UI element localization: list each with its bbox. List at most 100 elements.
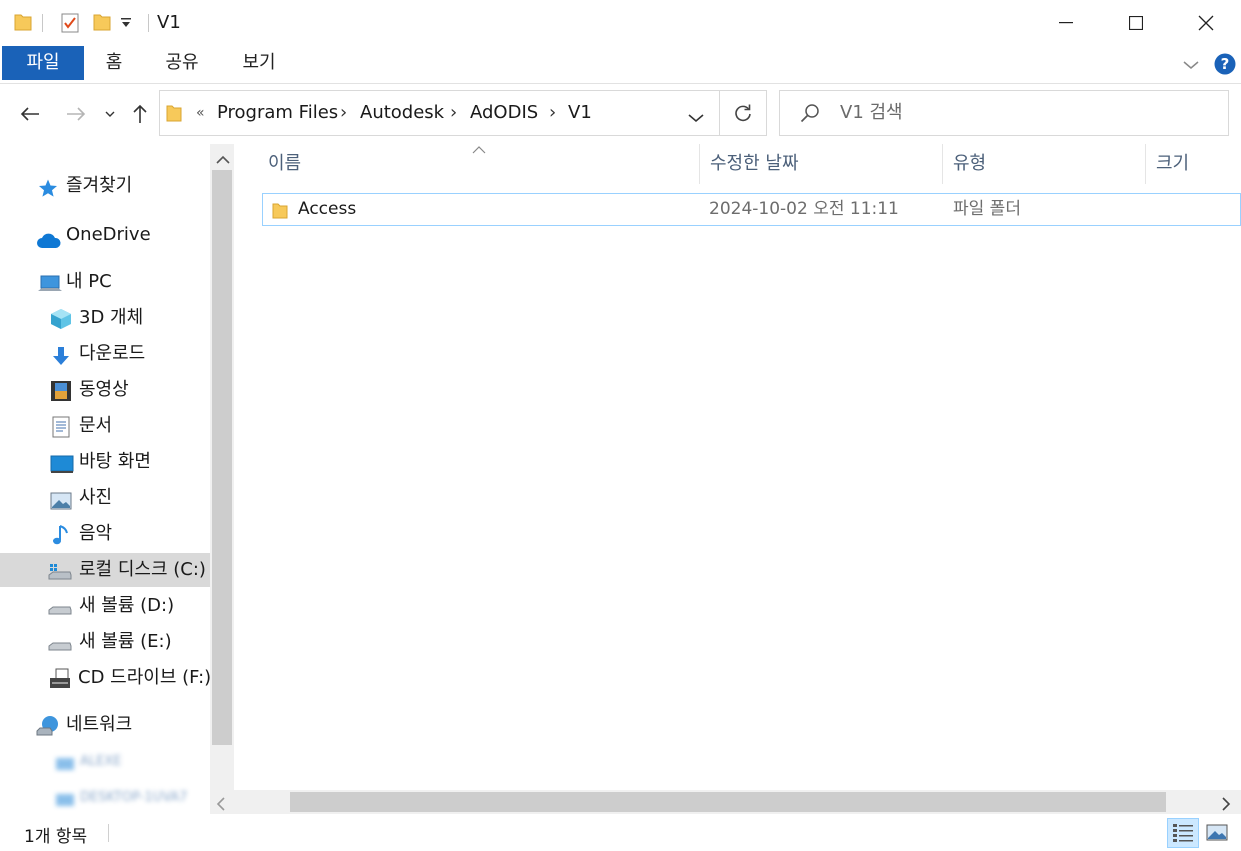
navigation-pane: 즐겨찾기 OneDrive 내 PC 3D 개체 다운로드 동영상 문서 바탕 … bbox=[0, 144, 234, 814]
cloud-icon bbox=[36, 227, 61, 248]
scroll-up-button[interactable] bbox=[216, 150, 230, 170]
chevron-up-icon bbox=[216, 155, 230, 164]
breadcrumb-item[interactable]: Program Files bbox=[217, 91, 338, 135]
network-icon bbox=[36, 715, 58, 736]
drive-icon bbox=[48, 596, 72, 616]
nav-item-videos[interactable]: 동영상 bbox=[0, 373, 210, 407]
divider bbox=[719, 91, 720, 135]
nav-item-quick-access[interactable]: 즐겨찾기 bbox=[0, 169, 210, 203]
nav-item-this-pc[interactable]: 내 PC bbox=[0, 265, 210, 299]
folder-icon bbox=[166, 103, 182, 128]
nav-item-music[interactable]: 음악 bbox=[0, 517, 210, 551]
breadcrumb-separator[interactable]: › bbox=[549, 91, 556, 135]
breadcrumb-separator[interactable]: › bbox=[450, 91, 457, 135]
tab-view[interactable]: 보기 bbox=[233, 46, 285, 80]
minimize-icon bbox=[1059, 22, 1073, 24]
thumbnail-view-icon bbox=[1206, 824, 1228, 841]
column-divider[interactable] bbox=[1145, 144, 1146, 184]
tab-file[interactable]: 파일 bbox=[2, 46, 84, 80]
music-note-icon bbox=[52, 524, 74, 545]
breadcrumb-item[interactable]: Autodesk bbox=[360, 91, 444, 135]
nav-item-network-computer[interactable]: ALEXE bbox=[0, 745, 210, 779]
system-drive-icon bbox=[48, 560, 72, 580]
arrow-right-icon bbox=[67, 107, 86, 121]
column-divider[interactable] bbox=[699, 144, 700, 184]
search-box[interactable]: V1 검색 bbox=[779, 90, 1229, 136]
breadcrumb-overflow[interactable]: « bbox=[196, 91, 205, 135]
file-row[interactable]: Access 2024-10-02 오전 11:11 파일 폴더 bbox=[262, 193, 1241, 226]
arrow-up-icon bbox=[133, 104, 147, 123]
document-icon bbox=[52, 416, 74, 438]
nav-item-3d-objects[interactable]: 3D 개체 bbox=[0, 301, 210, 335]
recent-locations-button[interactable] bbox=[100, 96, 120, 132]
details-view-icon bbox=[1173, 824, 1193, 842]
picture-icon bbox=[50, 488, 72, 510]
expand-ribbon-icon[interactable] bbox=[1182, 56, 1200, 76]
tab-home[interactable]: 홈 bbox=[94, 46, 134, 80]
file-type: 파일 폴더 bbox=[953, 199, 1021, 219]
nav-item-local-disk-c[interactable]: 로컬 디스크 (C:) bbox=[0, 553, 210, 587]
nav-item-documents[interactable]: 문서 bbox=[0, 409, 210, 443]
tab-share[interactable]: 공유 bbox=[156, 46, 208, 80]
refresh-button[interactable] bbox=[733, 103, 753, 128]
nav-item-pictures[interactable]: 사진 bbox=[0, 481, 210, 515]
maximize-icon bbox=[1129, 16, 1143, 30]
nav-item-downloads[interactable]: 다운로드 bbox=[0, 337, 210, 371]
customize-toolbar-icon[interactable] bbox=[120, 15, 132, 35]
column-divider[interactable] bbox=[942, 144, 943, 184]
svg-text:?: ? bbox=[1221, 55, 1230, 73]
status-bar: 1개 항목 bbox=[0, 814, 1241, 851]
scroll-right-button[interactable] bbox=[1221, 796, 1231, 816]
refresh-icon bbox=[735, 104, 751, 122]
file-name: Access bbox=[298, 199, 357, 219]
download-icon bbox=[52, 344, 74, 365]
up-button[interactable] bbox=[126, 96, 154, 132]
close-icon bbox=[1198, 15, 1214, 31]
content-scrollbar-thumb[interactable] bbox=[290, 792, 1166, 812]
film-icon bbox=[50, 380, 72, 401]
nav-item-network[interactable]: 네트워크 bbox=[0, 708, 210, 742]
nav-scrollbar-thumb[interactable] bbox=[212, 170, 232, 745]
computer-icon bbox=[38, 272, 62, 292]
large-icons-view-button[interactable] bbox=[1206, 824, 1228, 847]
ribbon-tabs: 파일 홈 공유 보기 ? bbox=[0, 46, 1241, 84]
chevron-left-icon bbox=[216, 797, 225, 811]
star-icon bbox=[38, 176, 60, 197]
scroll-left-button[interactable] bbox=[216, 796, 226, 816]
breadcrumb-separator[interactable]: › bbox=[340, 91, 347, 135]
computer-icon bbox=[54, 788, 76, 808]
breadcrumb-item[interactable]: V1 bbox=[568, 91, 592, 135]
breadcrumb-item[interactable]: AdODIS bbox=[470, 91, 538, 135]
column-header-modified[interactable]: 수정한 날짜 bbox=[710, 150, 799, 184]
divider bbox=[42, 14, 43, 32]
back-button[interactable] bbox=[14, 96, 46, 132]
search-placeholder[interactable]: V1 검색 bbox=[840, 91, 903, 135]
file-modified: 2024-10-02 오전 11:11 bbox=[709, 199, 899, 219]
arrow-left-icon bbox=[20, 107, 39, 121]
nav-item-desktop[interactable]: 바탕 화면 bbox=[0, 445, 210, 479]
help-button[interactable]: ? bbox=[1214, 53, 1236, 80]
nav-item-onedrive[interactable]: OneDrive bbox=[0, 218, 210, 252]
nav-item-volume-d[interactable]: 새 볼륨 (D:) bbox=[0, 589, 210, 623]
chevron-right-icon bbox=[1222, 797, 1231, 811]
close-button[interactable] bbox=[1171, 0, 1241, 46]
minimize-button[interactable] bbox=[1031, 0, 1101, 46]
desktop-icon bbox=[50, 452, 74, 473]
details-view-button[interactable] bbox=[1167, 818, 1199, 848]
nav-item-volume-e[interactable]: 새 볼륨 (E:) bbox=[0, 625, 210, 659]
folder-icon bbox=[272, 200, 288, 231]
address-history-button[interactable] bbox=[688, 108, 704, 128]
column-header-name[interactable]: 이름 bbox=[268, 150, 301, 184]
nav-item-network-computer[interactable]: DESKTOP-1UVA7 bbox=[0, 781, 210, 814]
forward-button[interactable] bbox=[60, 96, 92, 132]
address-bar[interactable]: « Program Files › Autodesk › AdODIS › V1 bbox=[159, 90, 767, 136]
nav-item-cd-drive-f[interactable]: CD 드라이브 (F:) bbox=[0, 661, 211, 695]
disc-drive-icon bbox=[48, 668, 70, 688]
column-header-size[interactable]: 크기 bbox=[1156, 150, 1189, 184]
maximize-button[interactable] bbox=[1101, 0, 1171, 46]
column-header-type[interactable]: 유형 bbox=[953, 150, 986, 184]
sort-ascending-icon bbox=[472, 140, 486, 160]
new-folder-icon[interactable] bbox=[93, 12, 111, 37]
properties-icon[interactable] bbox=[60, 12, 80, 39]
cube-icon bbox=[50, 308, 72, 329]
